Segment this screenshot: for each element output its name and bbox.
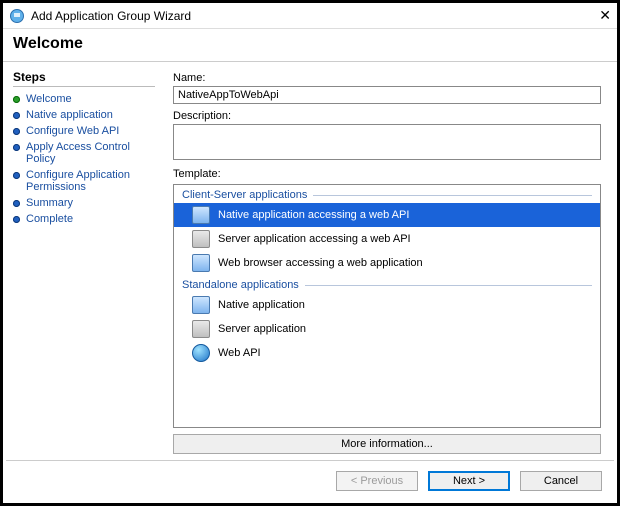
- monitor-icon: [192, 206, 210, 224]
- step-bullet-icon: [13, 216, 20, 223]
- template-item-browser-webapp[interactable]: Web browser accessing a web application: [174, 251, 600, 275]
- step-bullet-icon: [13, 96, 20, 103]
- steps-header: Steps: [13, 70, 155, 87]
- template-item-native-webapi[interactable]: Native application accessing a web API: [174, 203, 600, 227]
- template-item-server[interactable]: Server application: [174, 317, 600, 341]
- next-button[interactable]: Next >: [428, 471, 510, 491]
- template-item-webapi[interactable]: Web API: [174, 341, 600, 365]
- template-label: Template:: [173, 168, 601, 180]
- description-label: Description:: [173, 110, 601, 122]
- name-label: Name:: [173, 72, 601, 84]
- template-item-server-webapi[interactable]: Server application accessing a web API: [174, 227, 600, 251]
- close-button[interactable]: ✕: [599, 7, 611, 24]
- description-input[interactable]: [173, 124, 601, 160]
- step-configure-web-api[interactable]: Configure Web API: [13, 123, 155, 139]
- page-title: Welcome: [3, 29, 617, 62]
- more-information-button[interactable]: More information...: [173, 434, 601, 454]
- step-bullet-icon: [13, 144, 20, 151]
- template-item-native[interactable]: Native application: [174, 293, 600, 317]
- step-bullet-icon: [13, 200, 20, 207]
- monitor-icon: [192, 296, 210, 314]
- title-bar: Add Application Group Wizard ✕: [3, 3, 617, 29]
- step-bullet-icon: [13, 128, 20, 135]
- step-native-application[interactable]: Native application: [13, 107, 155, 123]
- step-configure-permissions[interactable]: Configure Application Permissions: [13, 167, 155, 195]
- wizard-footer: < Previous Next > Cancel: [6, 460, 614, 500]
- globe-icon: [192, 344, 210, 362]
- step-bullet-icon: [13, 112, 20, 119]
- step-bullet-icon: [13, 172, 20, 179]
- group-client-server: Client-Server applications: [174, 185, 600, 203]
- steps-sidebar: Steps Welcome Native application Configu…: [3, 62, 163, 462]
- step-welcome[interactable]: Welcome: [13, 91, 155, 107]
- group-standalone: Standalone applications: [174, 275, 600, 293]
- step-summary[interactable]: Summary: [13, 195, 155, 211]
- name-input[interactable]: [173, 86, 601, 104]
- template-list: Client-Server applications Native applic…: [173, 184, 601, 428]
- cancel-button[interactable]: Cancel: [520, 471, 602, 491]
- window-title: Add Application Group Wizard: [31, 9, 191, 23]
- app-icon: [9, 8, 25, 24]
- server-icon: [192, 230, 210, 248]
- previous-button: < Previous: [336, 471, 418, 491]
- server-icon: [192, 320, 210, 338]
- monitor-icon: [192, 254, 210, 272]
- step-access-control[interactable]: Apply Access Control Policy: [13, 139, 155, 167]
- step-complete[interactable]: Complete: [13, 211, 155, 227]
